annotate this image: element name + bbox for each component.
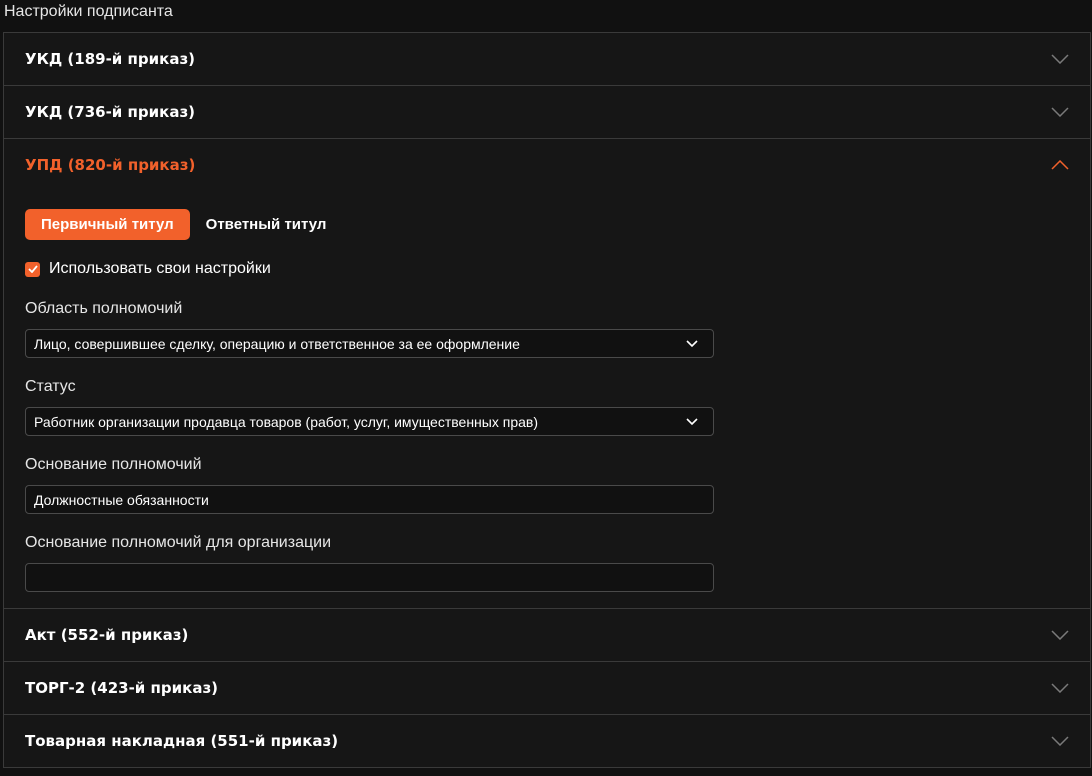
authority-area-select[interactable]: Лицо, совершившее сделку, операцию и отв… <box>25 329 714 358</box>
chevron-down-icon <box>685 339 699 349</box>
title-tabs: Первичный титул Ответный титул <box>25 209 1069 240</box>
authority-basis-org-label: Основание полномочий для организации <box>25 534 332 551</box>
chevron-down-icon <box>1050 735 1070 747</box>
authority-basis-input[interactable]: Должностные обязанности <box>25 485 714 514</box>
section-upd-820-header[interactable]: УПД (820-й приказ) <box>4 139 1090 191</box>
section-title: УКД (736-й приказ) <box>25 103 196 121</box>
chevron-up-icon <box>1050 159 1070 171</box>
section-title: УПД (820-й приказ) <box>25 156 196 174</box>
signer-settings-accordion: УКД (189-й приказ) УКД (736-й приказ) УП… <box>3 32 1091 768</box>
status-value: Работник организации продавца товаров (р… <box>34 413 538 430</box>
section-torg2-423: ТОРГ-2 (423-й приказ) <box>4 662 1090 715</box>
section-ukd-189: УКД (189-й приказ) <box>4 33 1090 86</box>
chevron-down-icon <box>1050 629 1070 641</box>
section-title: Товарная накладная (551-й приказ) <box>25 732 339 750</box>
tab-response-title[interactable]: Ответный титул <box>190 209 343 240</box>
section-title: УКД (189-й приказ) <box>25 50 196 68</box>
authority-area-value: Лицо, совершившее сделку, операцию и отв… <box>34 335 520 352</box>
authority-area-label: Область полномочий <box>25 300 183 317</box>
section-upd-820-body: Первичный титул Ответный титул Использов… <box>4 191 1090 608</box>
section-title: Акт (552-й приказ) <box>25 626 189 644</box>
section-act-552-header[interactable]: Акт (552-й приказ) <box>4 609 1090 661</box>
authority-basis-label: Основание полномочий <box>25 456 202 473</box>
section-act-552: Акт (552-й приказ) <box>4 609 1090 662</box>
chevron-down-icon <box>1050 106 1070 118</box>
use-own-settings-label: Использовать свои настройки <box>49 260 271 277</box>
chevron-down-icon <box>1050 53 1070 65</box>
chevron-down-icon <box>685 417 699 427</box>
section-torg2-423-header[interactable]: ТОРГ-2 (423-й приказ) <box>4 662 1090 714</box>
chevron-down-icon <box>1050 682 1070 694</box>
section-ukd-736: УКД (736-й приказ) <box>4 86 1090 139</box>
section-ukd-736-header[interactable]: УКД (736-й приказ) <box>4 86 1090 138</box>
authority-basis-value: Должностные обязанности <box>34 491 209 508</box>
section-ukd-189-header[interactable]: УКД (189-й приказ) <box>4 33 1090 85</box>
page-title: Настройки подписанта <box>4 3 173 20</box>
authority-basis-org-input[interactable] <box>25 563 714 592</box>
status-select[interactable]: Работник организации продавца товаров (р… <box>25 407 714 436</box>
section-waybill-551-header[interactable]: Товарная накладная (551-й приказ) <box>4 715 1090 767</box>
section-title: ТОРГ-2 (423-й приказ) <box>25 679 219 697</box>
use-own-settings-checkbox[interactable] <box>25 261 40 277</box>
use-own-settings-row[interactable]: Использовать свои настройки <box>25 260 1069 278</box>
tab-primary-title[interactable]: Первичный титул <box>25 209 190 240</box>
status-label: Статус <box>25 378 76 395</box>
section-waybill-551: Товарная накладная (551-й приказ) <box>4 715 1090 768</box>
section-upd-820: УПД (820-й приказ) Первичный титул Ответ… <box>4 139 1090 609</box>
